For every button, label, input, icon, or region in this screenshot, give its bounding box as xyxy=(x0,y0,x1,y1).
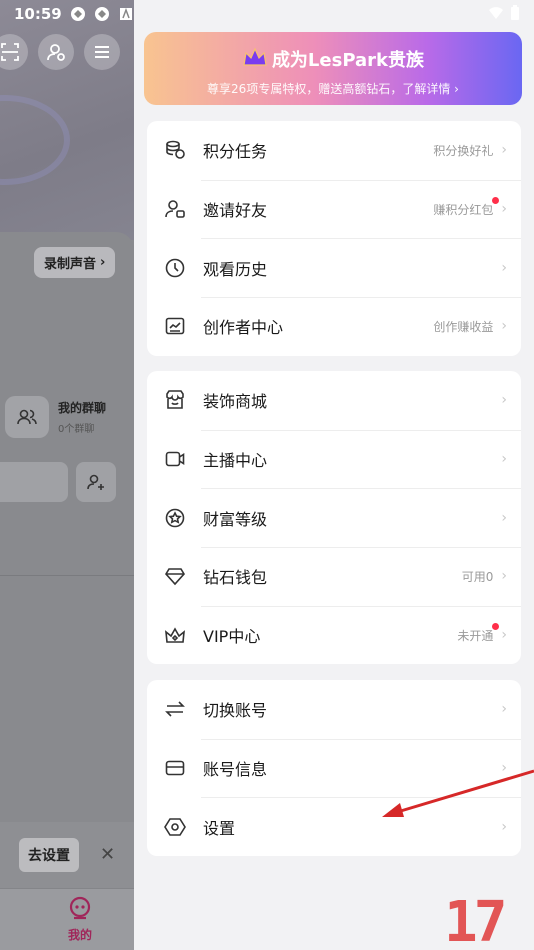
chevron-right-icon: › xyxy=(501,318,507,335)
menu-item[interactable]: 主播中心 › xyxy=(147,429,521,489)
chevron-right-icon: › xyxy=(501,201,507,218)
side-drawer: 成为LesPark贵族 尊享26项专属特权，赠送高额钻石，了解详情 › 积分任务… xyxy=(134,0,534,950)
menu-item[interactable]: 切换账号 › xyxy=(147,680,521,739)
menu-item-label: 观看历史 xyxy=(203,259,268,279)
invite-friend-icon xyxy=(163,197,187,221)
menu-item-label: 财富等级 xyxy=(203,509,268,529)
chevron-right-icon: › xyxy=(501,509,507,526)
scan-icon[interactable] xyxy=(0,34,28,70)
banner-title: 成为LesPark贵族 xyxy=(271,50,425,71)
menu-item-label: 切换账号 xyxy=(203,701,268,721)
my-groups-count: 0个群聊 xyxy=(58,424,95,435)
menu-card-2: 装饰商城 › 主播中心 › 财富等级 › 钻石钱包 可用0 › VIP中心 未开通 › xyxy=(147,371,521,665)
menu-item[interactable]: 财富等级 › xyxy=(147,488,521,547)
status-time: 10:59 xyxy=(14,5,62,23)
shop-icon xyxy=(163,388,187,412)
status-bar: 10:59 xyxy=(0,0,134,28)
diamond-icon xyxy=(163,564,187,588)
menu-item-label: 积分任务 xyxy=(203,142,268,162)
camera-icon xyxy=(163,447,187,471)
menu-item[interactable]: 装饰商城 › xyxy=(147,371,521,430)
menu-item[interactable]: 邀请好友 赚积分红包 › xyxy=(147,179,521,239)
settings-hex-icon xyxy=(163,815,187,839)
menu-item-subtext: 创作赚收益 xyxy=(433,319,494,334)
tab-mine[interactable]: 我的 xyxy=(60,896,100,943)
red-arrow-annotation xyxy=(382,769,534,817)
coins-icon xyxy=(163,138,187,162)
chevron-right-icon: › xyxy=(501,259,507,276)
menu-item-label: 邀请好友 xyxy=(203,201,268,221)
battery-icon xyxy=(510,5,520,25)
group-icon[interactable] xyxy=(5,396,49,438)
crown-icon xyxy=(242,47,268,72)
my-groups-title: 我的群聊 xyxy=(58,401,107,415)
menu-item[interactable]: 观看历史 › xyxy=(147,238,521,297)
chevron-right-icon: › xyxy=(100,255,106,270)
red-dot-badge xyxy=(492,196,500,204)
menu-item-label: 钻石钱包 xyxy=(203,568,268,588)
go-settings-button[interactable]: 去设置 xyxy=(19,838,79,872)
background-page: 10:59 录制声音 › 我的群聊 0个群聊 去设置 ✕ 我的 xyxy=(0,0,134,950)
menu-item-subtext: 积分换好礼 xyxy=(433,143,494,158)
menu-item-label: 主播中心 xyxy=(203,451,268,471)
menu-item[interactable]: 积分任务 积分换好礼 › xyxy=(147,121,521,180)
chevron-right-icon: › xyxy=(501,451,507,468)
mine-avatar-icon xyxy=(60,896,100,926)
close-icon[interactable]: ✕ xyxy=(100,844,115,865)
history-clock-icon xyxy=(163,256,187,280)
menu-item-subtext: 可用0 xyxy=(461,569,494,584)
wifi-icon xyxy=(488,5,504,25)
sync-icon xyxy=(94,6,110,22)
menu-card-1: 积分任务 积分换好礼 › 邀请好友 赚积分红包 › 观看历史 › 创作者中心 创作赚收益 › xyxy=(147,121,521,356)
chevron-right-icon: › xyxy=(501,627,507,644)
add-friend-icon[interactable] xyxy=(76,462,116,502)
menu-item-label: 装饰商城 xyxy=(203,392,268,412)
banner-subtitle: 尊享26项专属特权，赠送高额钻石，了解详情 › xyxy=(207,82,459,96)
menu-item[interactable]: VIP中心 未开通 › xyxy=(147,605,521,665)
chevron-right-icon: › xyxy=(501,701,507,718)
menu-item-label: 创作者中心 xyxy=(203,318,284,338)
record-voice-button[interactable]: 录制声音 › xyxy=(34,247,116,278)
menu-item-label: VIP中心 xyxy=(203,627,261,647)
sync-icon xyxy=(70,6,86,22)
noble-banner[interactable]: 成为LesPark贵族 尊享26项专属特权，赠送高额钻石，了解详情 › xyxy=(144,32,522,105)
chevron-right-icon: › xyxy=(501,392,507,409)
menu-item[interactable]: 钻石钱包 可用0 › xyxy=(147,547,521,606)
menu-icon[interactable] xyxy=(84,34,120,70)
menu-item[interactable]: 创作者中心 创作赚收益 › xyxy=(147,297,521,356)
wealth-badge-icon xyxy=(163,506,187,530)
creator-chart-icon xyxy=(163,314,187,338)
switch-arrows-icon xyxy=(163,697,187,721)
notification-a-icon xyxy=(118,6,134,22)
user-clock-icon[interactable] xyxy=(38,34,74,70)
status-icons xyxy=(488,5,520,25)
chevron-right-icon: › xyxy=(501,568,507,585)
crown-icon xyxy=(163,623,187,647)
menu-item-subtext: 未开通 xyxy=(457,622,500,644)
watermark-logo: 17 xyxy=(444,890,507,950)
red-dot-badge xyxy=(492,622,500,630)
menu-item-subtext: 赚积分红包 xyxy=(433,196,500,218)
chevron-right-icon: › xyxy=(501,142,507,159)
wallet-card-icon xyxy=(163,756,187,780)
search-input[interactable] xyxy=(0,462,68,502)
